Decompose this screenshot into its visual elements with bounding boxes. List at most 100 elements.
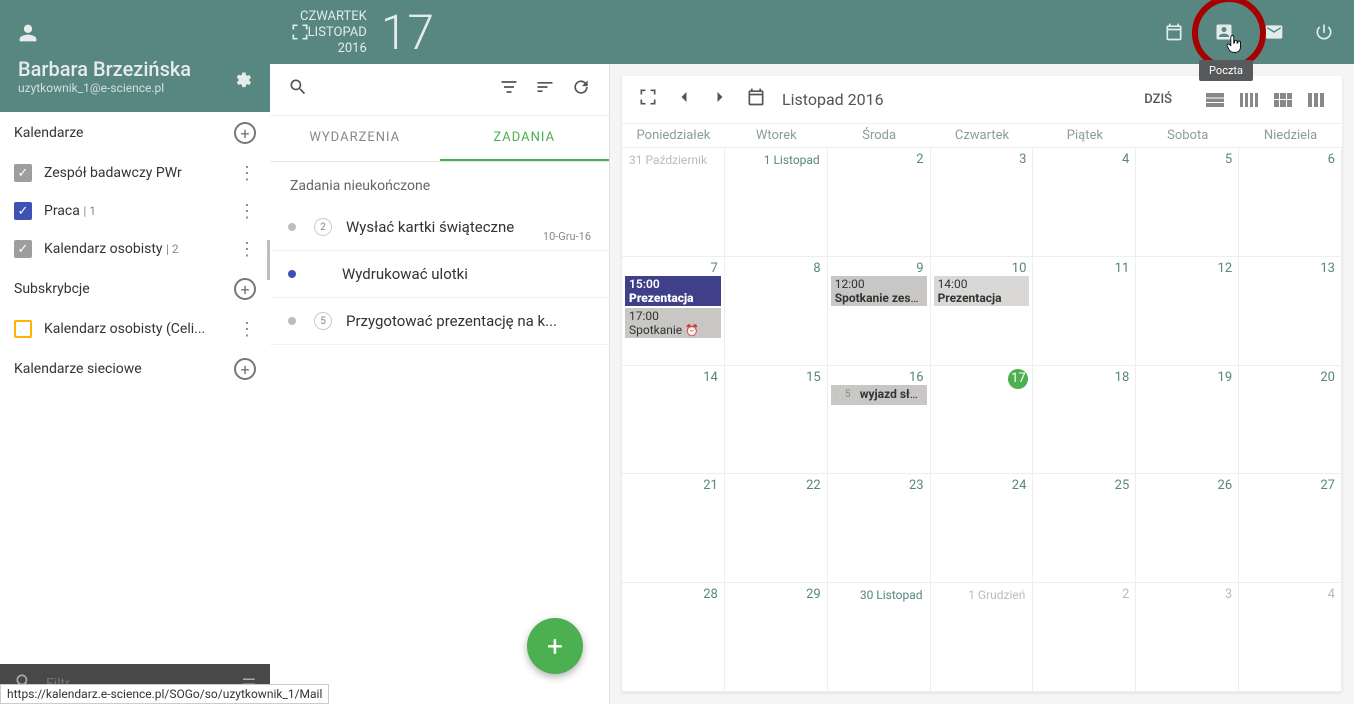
checkbox-icon[interactable]: ✓ [14, 240, 32, 258]
view-day-icon[interactable] [1206, 93, 1224, 107]
day-cell[interactable]: 31 Październik [622, 148, 725, 257]
calendar-item-team[interactable]: ✓ Zespół badawczy PWr ⋮ [0, 154, 270, 192]
day-num: 28 [703, 587, 718, 602]
day-cell[interactable]: 10 14:00Prezentacja [931, 257, 1034, 366]
calendar-item-work[interactable]: ✓ Praca | 1 ⋮ [0, 192, 270, 230]
add-subscription-button[interactable]: + [234, 278, 256, 300]
day-cell[interactable]: 25 [1033, 474, 1136, 583]
day-cell[interactable]: 17 [931, 366, 1034, 475]
contacts-icon[interactable] [1212, 20, 1236, 44]
kebab-icon[interactable]: ⋮ [238, 319, 256, 340]
filter-icon[interactable] [499, 77, 519, 102]
profile-block: Barbara Brzezińska uzytkownik_1@e-scienc… [0, 0, 270, 112]
event[interactable]: 14:00Prezentacja [934, 276, 1030, 306]
task-date: 10-Gru-16 [543, 230, 591, 243]
event-time: 15:00 [629, 277, 660, 291]
kebab-icon[interactable]: ⋮ [238, 201, 256, 222]
sidebar: Barbara Brzezińska uzytkownik_1@e-scienc… [0, 0, 270, 704]
checkbox-icon[interactable] [14, 320, 32, 338]
day-cell[interactable]: 4 [1239, 583, 1342, 692]
event[interactable]: 17:00Spotkanie ⏰ [625, 308, 721, 338]
day-cell[interactable]: 3 [931, 148, 1034, 257]
task-row[interactable]: Wydrukować ulotki [270, 251, 609, 298]
day-cell[interactable]: 19 [1136, 366, 1239, 475]
gear-icon[interactable] [232, 70, 252, 95]
day-num: 10 [1012, 261, 1027, 276]
view-month-icon[interactable] [1274, 93, 1292, 107]
calendar-icon[interactable] [1162, 20, 1186, 44]
calendar-toolbar: Listopad 2016 DZIŚ [622, 76, 1342, 124]
day-cell[interactable]: 23 [828, 474, 931, 583]
calendar-count: 2 [172, 242, 179, 256]
section-label: Kalendarze sieciowe [14, 361, 142, 377]
day-label: 30 Listopad [831, 586, 927, 604]
task-row[interactable]: 5 Przygotować prezentację na k... [270, 298, 609, 345]
day-cell[interactable]: 30 Listopad [828, 583, 931, 692]
checkbox-icon[interactable]: ✓ [14, 164, 32, 182]
day-label: 31 Październik [625, 151, 721, 169]
next-icon[interactable] [710, 87, 730, 112]
day-cell[interactable]: 26 [1136, 474, 1239, 583]
day-cell[interactable]: 15 [725, 366, 828, 475]
day-cell[interactable]: 1 Listopad [725, 148, 828, 257]
kebab-icon[interactable]: ⋮ [238, 239, 256, 260]
event[interactable]: 12:00Spotkanie zespołu [831, 276, 927, 306]
view-week-icon[interactable] [1240, 93, 1258, 107]
day-cell[interactable]: 28 [622, 583, 725, 692]
day-cell[interactable]: 27 [1239, 474, 1342, 583]
day-cell[interactable]: 20 [1239, 366, 1342, 475]
kebab-icon[interactable]: ⋮ [238, 163, 256, 184]
day-num: 26 [1218, 478, 1233, 493]
add-netcal-button[interactable]: + [234, 358, 256, 380]
day-cell[interactable]: 18 [1033, 366, 1136, 475]
day-cell[interactable]: 1 Grudzień [931, 583, 1034, 692]
day-num: 9 [916, 261, 923, 276]
day-cell[interactable]: 2 [828, 148, 931, 257]
refresh-icon[interactable] [571, 77, 591, 102]
search-icon[interactable] [288, 77, 308, 102]
today-button[interactable]: DZIŚ [1144, 92, 1172, 107]
day-cell[interactable]: 21 [622, 474, 725, 583]
event-title: wyjazd służbowy [860, 387, 927, 401]
tab-tasks[interactable]: ZADANIA [440, 116, 610, 161]
day-cell[interactable]: 29 [725, 583, 828, 692]
day-cell[interactable]: 8 [725, 257, 828, 366]
subscription-item[interactable]: Kalendarz osobisty (Celi... ⋮ [0, 310, 270, 348]
prev-icon[interactable] [674, 87, 694, 112]
day-cell[interactable]: 12 [1136, 257, 1239, 366]
day-cell[interactable]: 16 5 wyjazd służbowy [828, 366, 931, 475]
add-task-fab[interactable]: + [527, 618, 583, 674]
mail-tooltip: Poczta [1199, 60, 1253, 81]
sort-icon[interactable] [535, 77, 555, 102]
day-cell[interactable]: 22 [725, 474, 828, 583]
calendar-item-personal[interactable]: ✓ Kalendarz osobisty | 2 ⋮ [0, 230, 270, 268]
day-cell[interactable]: 6 [1239, 148, 1342, 257]
day-cell[interactable]: 9 12:00Spotkanie zespołu [828, 257, 931, 366]
datepicker-icon[interactable] [746, 87, 766, 112]
task-panel: WYDARZENIA ZADANIA Zadania nieukończone … [270, 64, 610, 704]
event[interactable]: 15:00Prezentacja [625, 276, 721, 306]
event[interactable]: 5 wyjazd służbowy [831, 385, 927, 405]
checkbox-icon[interactable]: ✓ [14, 202, 32, 220]
mail-icon[interactable] [1262, 20, 1286, 44]
day-cell[interactable]: 7 15:00Prezentacja 17:00Spotkanie ⏰ [622, 257, 725, 366]
add-calendar-button[interactable]: + [234, 122, 256, 144]
day-label: 1 Grudzień [934, 586, 1030, 604]
day-num: 17 [1008, 369, 1028, 389]
day-label: 1 Listopad [728, 151, 824, 169]
day-cell[interactable]: 13 [1239, 257, 1342, 366]
day-cell[interactable]: 14 [622, 366, 725, 475]
day-num: 3 [1019, 152, 1026, 167]
day-cell[interactable]: 5 [1136, 148, 1239, 257]
power-icon[interactable] [1312, 20, 1336, 44]
day-cell[interactable]: 11 [1033, 257, 1136, 366]
day-cell[interactable]: 2 [1033, 583, 1136, 692]
expand-icon[interactable] [638, 87, 658, 112]
day-cell[interactable]: 24 [931, 474, 1034, 583]
view-multi-icon[interactable] [1308, 93, 1326, 107]
task-row[interactable]: 2 Wysłać kartki świąteczne [270, 204, 609, 251]
day-cell[interactable]: 3 [1136, 583, 1239, 692]
tab-events[interactable]: WYDARZENIA [270, 116, 440, 161]
task-label: Wydrukować ulotki [342, 265, 591, 283]
day-cell[interactable]: 4 [1033, 148, 1136, 257]
